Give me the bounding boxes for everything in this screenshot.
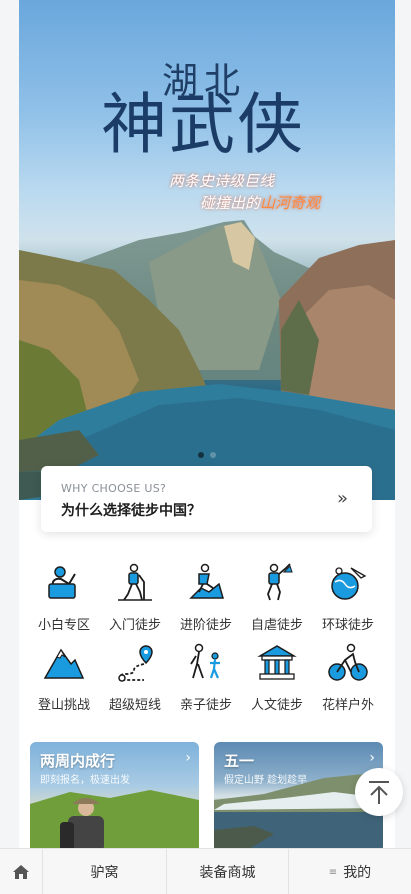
hero-subtitle-highlight: 山河奇观 <box>260 194 321 212</box>
why-choose-us-en: WHY CHOOSE US? <box>61 482 167 495</box>
climber-icon <box>189 563 224 599</box>
promo-subtitle: 即刻报名，极速出发 <box>40 775 130 786</box>
category-label: 环球徒步 <box>321 618 374 633</box>
back-to-top-button[interactable] <box>355 768 403 816</box>
category-label: 自虐徒步 <box>250 618 303 633</box>
hero-subtitle-line1: 两条史诗级巨线 <box>169 172 275 190</box>
tab-label: 装备商城 <box>199 865 256 881</box>
why-choose-us-title: 为什么选择徒步中国？ <box>61 503 201 519</box>
category-label: 超级短线 <box>108 698 161 713</box>
category-label: 人文徒步 <box>250 698 303 713</box>
page: 湖北 神武侠 两条史诗级巨线 碰撞出的山河奇观 WHY CHOOSE US? 为… <box>19 0 395 848</box>
category-beginner[interactable]: 小白专区 <box>29 562 99 633</box>
category-outdoor-fun[interactable]: 花样户外 <box>313 642 383 713</box>
category-label: 花样户外 <box>321 698 374 713</box>
extreme-hiker-icon <box>267 563 293 601</box>
hero-banner[interactable]: 湖北 神武侠 两条史诗级巨线 碰撞出的山河奇观 <box>19 0 395 500</box>
category-label: 小白专区 <box>37 618 90 633</box>
beginner-hiker-icon <box>48 566 76 599</box>
hiker-icon <box>118 563 152 601</box>
carousel-dot-active[interactable] <box>198 452 204 458</box>
menu-icon: ≡ <box>328 866 338 878</box>
cyclist-icon <box>328 643 368 681</box>
carousel-dot[interactable] <box>210 452 216 458</box>
promo-title: 五一 <box>224 752 255 770</box>
category-culture-hiking[interactable]: 人文徒步 <box>242 642 312 713</box>
category-label: 亲子徒步 <box>179 698 232 713</box>
family-icon <box>190 643 220 679</box>
category-extreme-hiking[interactable]: 自虐徒步 <box>242 562 312 633</box>
tab-home[interactable] <box>0 849 43 894</box>
category-label: 入门徒步 <box>108 618 161 633</box>
mountain-icon <box>43 648 85 679</box>
category-family-hiking[interactable]: 亲子徒步 <box>171 642 241 713</box>
category-label: 登山挑战 <box>37 698 90 713</box>
category-short-route[interactable]: 超级短线 <box>100 642 170 713</box>
home-icon <box>13 865 29 879</box>
promo-subtitle: 假定山野 趁划趁早 <box>224 775 308 786</box>
globe-plane-icon <box>331 567 367 600</box>
promo-title: 两周内成行 <box>40 752 116 770</box>
route-pin-icon <box>118 645 153 682</box>
category-global-hiking[interactable]: 环球徒步 <box>313 562 383 633</box>
tab-label: 驴窝 <box>90 865 119 881</box>
tab-lvwo[interactable]: 驴窝 <box>43 849 167 894</box>
category-advanced-hiking[interactable]: 进阶徒步 <box>171 562 241 633</box>
hero-title: 神武侠 <box>101 86 305 163</box>
category-intro-hiking[interactable]: 入门徒步 <box>100 562 170 633</box>
double-chevron-right-icon: » <box>336 488 348 509</box>
category-label: 进阶徒步 <box>179 618 232 633</box>
category-mountain-challenge[interactable]: 登山挑战 <box>29 642 99 713</box>
tab-gear-store[interactable]: 装备商城 <box>167 849 289 894</box>
arrow-up-icon <box>369 781 389 804</box>
hero-subtitle-prefix: 碰撞出的 <box>200 194 261 212</box>
why-choose-us-card[interactable]: WHY CHOOSE US? 为什么选择徒步中国？ » <box>41 466 372 532</box>
bottom-tab-bar: 驴窝 装备商城 ≡ 我的 <box>0 848 411 894</box>
carousel-indicator <box>19 443 395 462</box>
promo-card-two-weeks[interactable]: 两周内成行 即刻报名，极速出发 › <box>30 742 199 848</box>
tab-mine[interactable]: ≡ 我的 <box>289 849 411 894</box>
chevron-right-icon: › <box>185 750 191 766</box>
hero-subtitle-line2: 碰撞出的山河奇观 <box>200 192 320 213</box>
temple-icon <box>257 645 297 680</box>
chevron-right-icon: › <box>369 750 375 766</box>
tab-label: 我的 <box>343 865 372 881</box>
